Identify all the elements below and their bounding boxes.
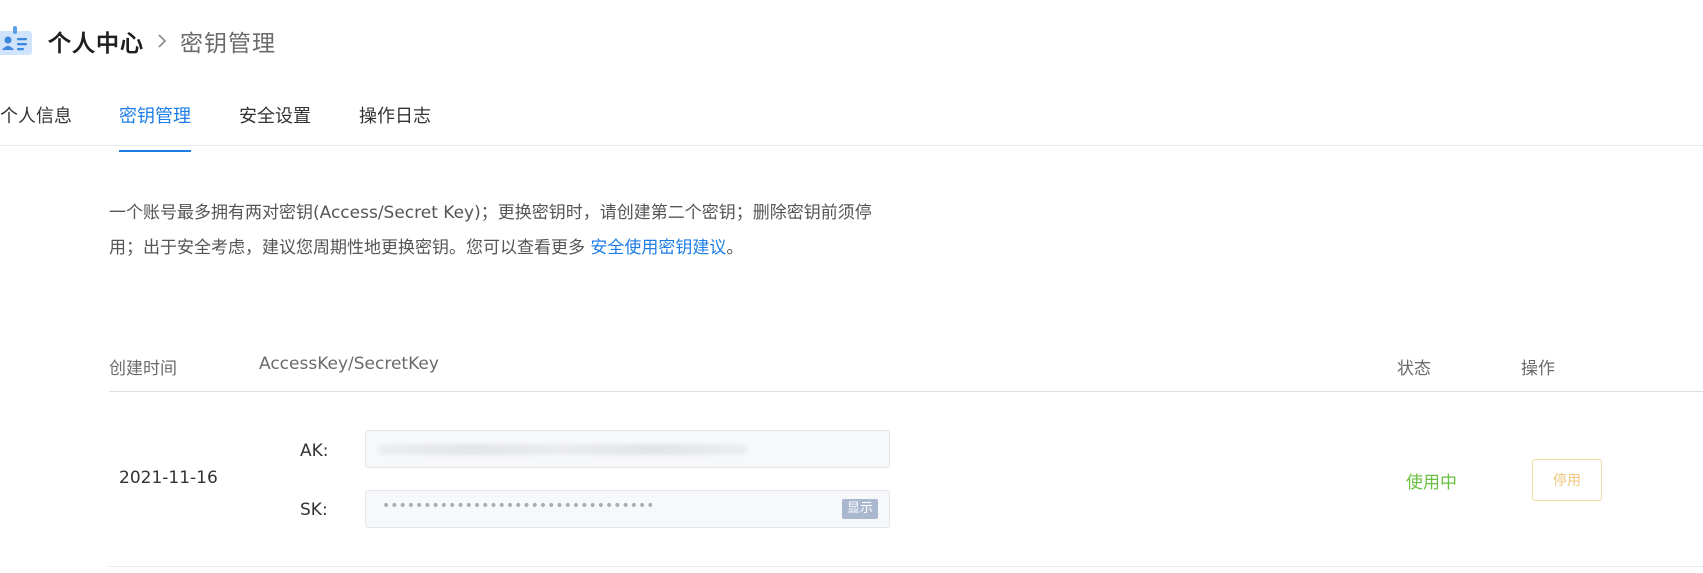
- tab-security-settings[interactable]: 安全设置: [239, 102, 311, 128]
- access-key-blurred-value: [378, 444, 748, 455]
- table-row-divider: [109, 566, 1703, 567]
- description-line-2: 用；出于安全考虑，建议您周期性地更换密钥。您可以查看更多 安全使用密钥建议。: [109, 231, 909, 266]
- description-line-1: 一个账号最多拥有两对密钥(Access/Secret Key)；更换密钥时，请创…: [109, 203, 872, 223]
- description-line-2-end: 。: [726, 238, 744, 258]
- key-policy-description: 一个账号最多拥有两对密钥(Access/Secret Key)；更换密钥时，请创…: [109, 196, 909, 266]
- column-header-keys: AccessKey/SecretKey: [259, 354, 439, 374]
- id-card-icon: [0, 26, 32, 55]
- breadcrumb-child: 密钥管理: [180, 31, 276, 57]
- tab-key-management-label: 密钥管理: [119, 106, 191, 127]
- tab-active-indicator: [119, 150, 191, 152]
- ak-label: AK:: [300, 441, 329, 461]
- key-management-page: 个人中心 密钥管理 个人信息 密钥管理 安全设置 操作日志 一个账号最多拥有两对…: [0, 0, 1703, 573]
- column-header-created: 创建时间: [109, 359, 177, 379]
- tab-operation-log[interactable]: 操作日志: [359, 102, 431, 128]
- status-badge: 使用中: [1406, 473, 1457, 493]
- sk-label: SK:: [300, 500, 328, 520]
- breadcrumb-current[interactable]: 个人中心: [48, 24, 144, 58]
- disable-key-button[interactable]: 停用: [1532, 459, 1602, 501]
- description-line-2-text: 用；出于安全考虑，建议您周期性地更换密钥。您可以查看更多: [109, 238, 591, 258]
- created-date: 2021-11-16: [119, 468, 218, 488]
- tab-key-management[interactable]: 密钥管理: [119, 102, 191, 152]
- show-secret-key-button[interactable]: 显示: [841, 499, 878, 519]
- secret-key-masked-value: ••••••••••••••••••••••••••••••••••••••••: [382, 498, 652, 514]
- chevron-right-icon: [158, 34, 167, 48]
- column-header-actions: 操作: [1521, 359, 1555, 379]
- security-advice-link[interactable]: 安全使用密钥建议: [590, 238, 726, 258]
- secret-key-field[interactable]: ••••••••••••••••••••••••••••••••••••••••…: [365, 490, 890, 528]
- breadcrumb: 个人中心 密钥管理: [0, 20, 276, 62]
- table-header-divider: [109, 391, 1703, 392]
- column-header-status: 状态: [1397, 359, 1431, 379]
- access-key-field[interactable]: [365, 430, 890, 468]
- tab-bar: 个人信息 密钥管理 安全设置 操作日志: [0, 92, 1703, 152]
- tab-personal-info[interactable]: 个人信息: [0, 102, 72, 128]
